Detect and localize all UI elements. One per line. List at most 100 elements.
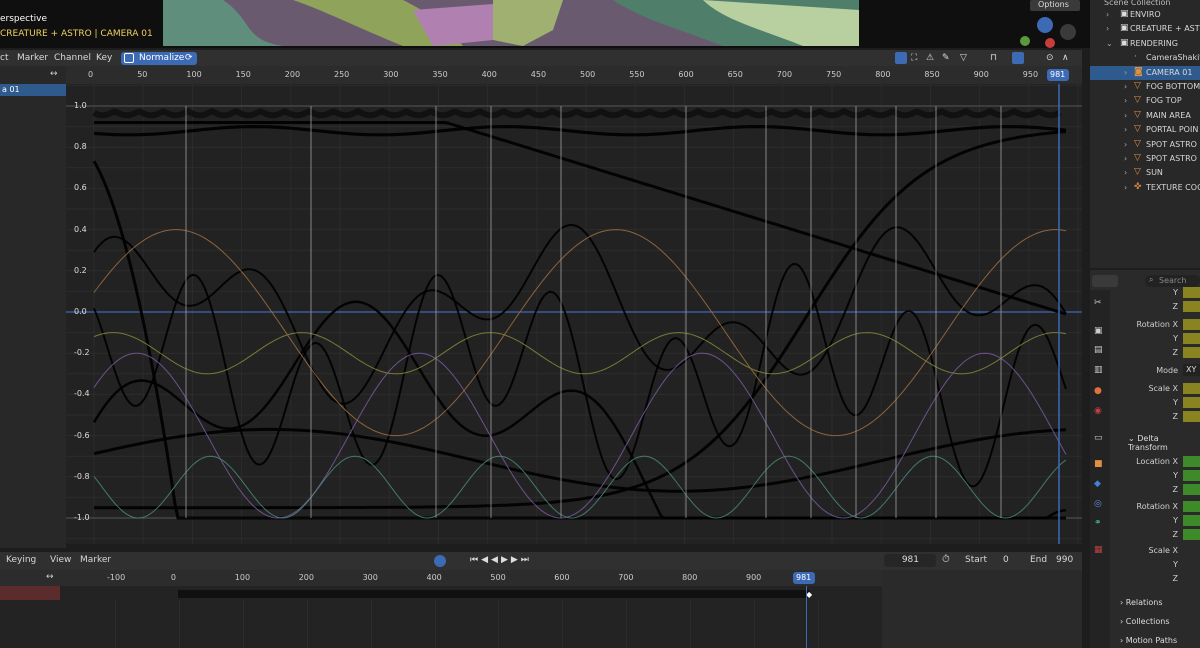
current-frame-field[interactable]: 981 [884,554,936,567]
outliner-item[interactable]: › ▽ SPOT ASTRO [1090,152,1200,166]
axis-gizmo-y[interactable] [1020,36,1030,46]
axis-gizmo-x[interactable] [1045,38,1055,48]
3d-viewport[interactable]: erspective CREATURE + ASTRO | CAMERA 01 … [0,0,1090,48]
zoom-icon[interactable] [1060,24,1076,40]
field-z0[interactable] [1183,301,1200,312]
modifier-icon[interactable]: ◆ [1094,479,1104,489]
outliner-item[interactable]: › ▽ PORTAL POIN [1090,123,1200,137]
falloff-icon[interactable]: ∧ [1062,53,1069,63]
field-rot-z[interactable] [1183,347,1200,358]
menu-marker-timeline[interactable]: Marker [80,555,111,565]
outliner-item[interactable]: · CameraShakif [1090,51,1200,65]
chevron-right-icon[interactable]: › [1124,125,1127,134]
menu-keying[interactable]: Keying [6,555,36,565]
field-rot-y[interactable] [1183,333,1200,344]
field-drot-y[interactable] [1183,515,1200,526]
end-value[interactable]: 990 [1056,555,1073,565]
chevron-right-icon[interactable]: › [1106,10,1109,19]
chevron-right-icon[interactable]: › [1106,24,1109,33]
physics-icon[interactable]: ◎ [1094,499,1104,509]
menu-marker[interactable]: Marker [17,53,48,63]
current-frame-indicator[interactable]: 981 [1047,69,1069,81]
refresh-icon[interactable]: ⟳ [185,53,193,63]
outliner-item[interactable]: › ▽ SUN [1090,166,1200,180]
field-y0[interactable] [1183,287,1200,298]
tool-icon[interactable]: ✂ [1094,298,1104,308]
record-icon[interactable] [434,555,446,567]
options-button[interactable]: Options [1030,0,1080,11]
chevron-right-icon[interactable]: › [1124,154,1127,163]
axis-gizmo-z[interactable] [1037,17,1053,33]
proportional-icon[interactable]: ⊙ [1046,53,1054,63]
world-icon[interactable]: ◉ [1094,406,1104,416]
object-prop-icon[interactable]: ■ [1094,459,1104,469]
brush-icon[interactable]: ✎ [942,53,950,63]
menu-channel[interactable]: Channel [54,53,91,63]
field-drot-z[interactable] [1183,529,1200,540]
cursor-icon[interactable] [895,52,907,64]
channel-item-camera[interactable]: a 01 [0,84,66,96]
field-rot-x[interactable] [1183,319,1200,330]
stopwatch-icon[interactable]: ⏱ [942,554,950,565]
snap-icon[interactable]: ⊓ [990,53,997,63]
scene-icon[interactable]: ● [1094,386,1104,396]
output-icon[interactable]: ▤ [1094,345,1104,355]
field-dloc-z[interactable] [1183,484,1200,495]
chevron-right-icon[interactable]: › [1124,111,1127,120]
view-layer-icon[interactable]: ▥ [1094,365,1104,375]
field-dloc-y[interactable] [1183,470,1200,481]
chevron-down-icon[interactable]: ⌄ [1106,39,1113,48]
properties-tabs[interactable]: ✂ ▣ ▤ ▥ ● ◉ ▭ ■ ◆ ◎ ⚭ ▦ [1090,290,1110,648]
frame-icon[interactable]: ⛶ [911,53,917,63]
chevron-right-icon[interactable]: › [1124,68,1127,77]
outliner-item[interactable]: › ▽ SPOT ASTRO [1090,138,1200,152]
timeline-track[interactable]: ◆ [0,586,883,648]
chevron-right-icon[interactable]: › [1124,140,1127,149]
motion-paths-panel-header[interactable]: › Motion Paths [1120,636,1177,645]
chevron-right-icon[interactable]: › [1124,82,1127,91]
data-icon[interactable]: ▦ [1094,545,1104,555]
editor-type-dropdown[interactable] [1092,275,1118,287]
menu-key[interactable]: Key [96,53,112,63]
frame-ruler[interactable]: 0 50 100 150 200 250 300 350 400 450 500 550 600 650 7… [66,66,1082,84]
timeline-frame-indicator[interactable]: 981 [793,572,815,584]
playback-controls[interactable]: ⏮◀◀▶▶⏭ [470,555,532,565]
chevron-right-icon[interactable]: › [1124,168,1127,177]
filter-icon[interactable]: ▽ [960,53,967,63]
relations-panel-header[interactable]: › Relations [1120,598,1163,607]
mode-dropdown[interactable]: XY [1183,364,1200,376]
field-scale-y[interactable] [1183,397,1200,408]
channel-list[interactable]: ↔ [0,66,66,548]
constraint-icon[interactable]: ⚭ [1094,518,1104,528]
delta-transform-header[interactable]: ⌄ Delta Transform [1128,434,1200,452]
chevron-right-icon[interactable]: › [1124,183,1127,192]
field-dloc-x[interactable] [1183,456,1200,467]
outliner-item[interactable]: › ✜ TEXTURE COO [1090,181,1200,195]
start-value[interactable]: 0 [1003,555,1009,565]
collection-prop-icon[interactable]: ▭ [1094,433,1104,443]
menu-select[interactable]: ct [0,53,8,63]
outliner-item[interactable]: › ▽ FOG TOP [1090,94,1200,108]
warning-icon[interactable]: ⚠ [926,53,934,63]
outliner-item[interactable]: › ▽ FOG BOTTOM [1090,80,1200,94]
graph-canvas[interactable]: 1.0 0.8 0.6 0.4 0.2 0.0 -0.2 -0.4 -0.6 -0.8 -1.0 [66,84,1128,544]
field-scale-x[interactable] [1183,383,1200,394]
chevron-right-icon[interactable]: › [1124,96,1127,105]
timeline-expand-icon[interactable]: ↔ [46,572,54,582]
outliner-item[interactable]: › ▣ ENVIRO [1090,8,1200,22]
collections-panel-header[interactable]: › Collections [1120,617,1170,626]
outliner[interactable]: Scene Collection › ▣ ENVIRO › ▣ CREATURE + AS… [1090,0,1200,268]
expand-arrows-icon[interactable]: ↔ [50,69,58,79]
timeline-playhead[interactable] [806,586,807,648]
outliner-item[interactable]: › ◙ CAMERA 01 [1090,65,1200,80]
normalize-toggle[interactable]: Normalize ⟳ [121,52,197,65]
field-drot-x[interactable] [1183,501,1200,512]
render-icon[interactable]: ▣ [1094,326,1104,336]
magnet-icon[interactable] [1012,52,1024,64]
outliner-item[interactable]: › ▽ MAIN AREA [1090,109,1200,123]
outliner-item[interactable]: › ▣CREATURE + ASTRO [1090,22,1200,36]
field-scale-z[interactable] [1183,411,1200,422]
outliner-item[interactable]: ⌄ ▣ RENDERING [1090,37,1200,51]
timeline-ruler[interactable]: ↔ -100 0 100 200 300 400 500 600 700 800 900 981 [0,570,882,586]
menu-view[interactable]: View [50,555,71,565]
